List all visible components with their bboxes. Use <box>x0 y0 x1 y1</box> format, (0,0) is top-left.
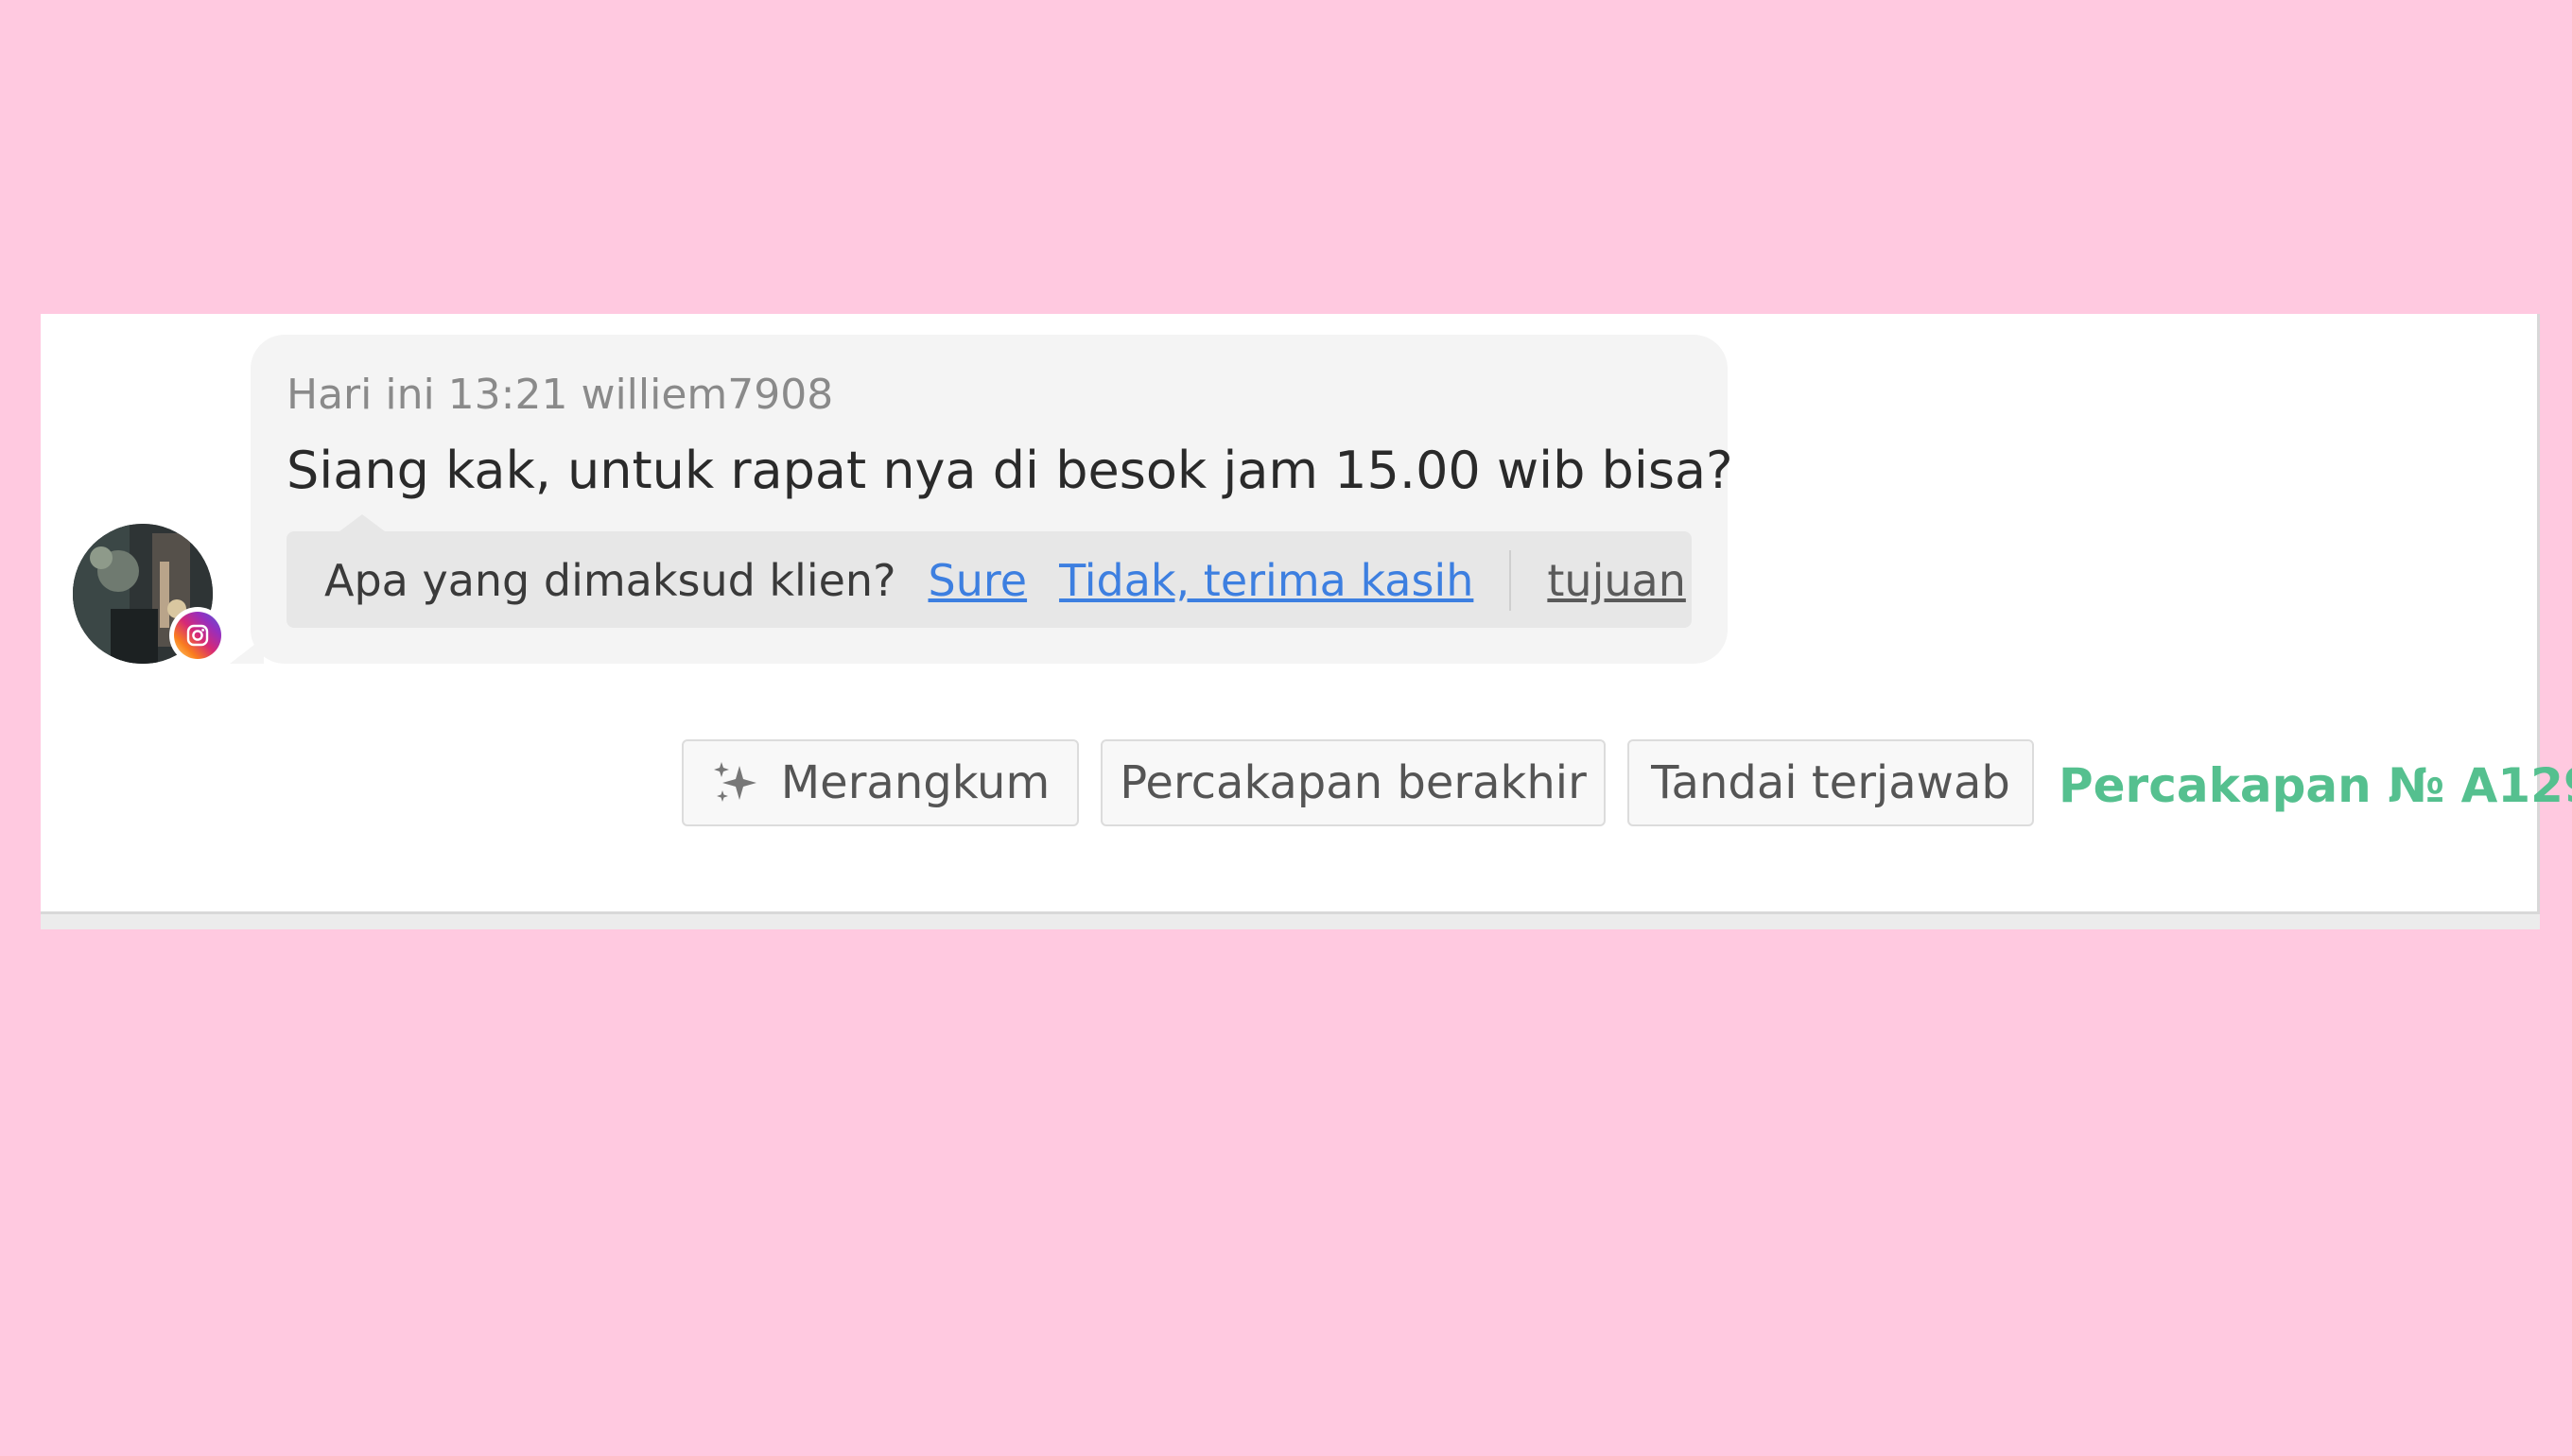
divider <box>1509 550 1512 611</box>
end-conversation-button[interactable]: Percakapan berakhir <box>1101 739 1606 826</box>
intent-question: Apa yang dimaksud klien? <box>324 555 896 606</box>
sparkle-icon <box>711 758 760 807</box>
message-bubble: Hari ini 13:21 williem7908 Siang kak, un… <box>251 335 1733 664</box>
summarize-label: Merangkum <box>780 756 1051 809</box>
suggestion-notch <box>339 514 385 531</box>
message-text: Siang kak, untuk rapat nya di besok jam … <box>287 441 1733 500</box>
instagram-icon <box>169 607 226 664</box>
chat-panel: Hari ini 13:21 williem7908 Siang kak, un… <box>41 314 2572 914</box>
summarize-button[interactable]: Merangkum <box>682 739 1079 826</box>
conversation-number[interactable]: Percakapan № A129 <box>2059 758 2572 813</box>
option-sure-link[interactable]: Sure <box>929 555 1028 606</box>
goal-link[interactable]: tujuan <box>1547 555 1685 606</box>
mark-answered-button[interactable]: Tandai terjawab <box>1627 739 2034 826</box>
option-no-thanks-link[interactable]: Tidak, terima kasih <box>1059 555 1473 606</box>
message-meta: Hari ini 13:21 williem7908 <box>287 371 834 419</box>
intent-suggestion-bar: Apa yang dimaksud klien? Sure Tidak, ter… <box>287 514 1692 628</box>
